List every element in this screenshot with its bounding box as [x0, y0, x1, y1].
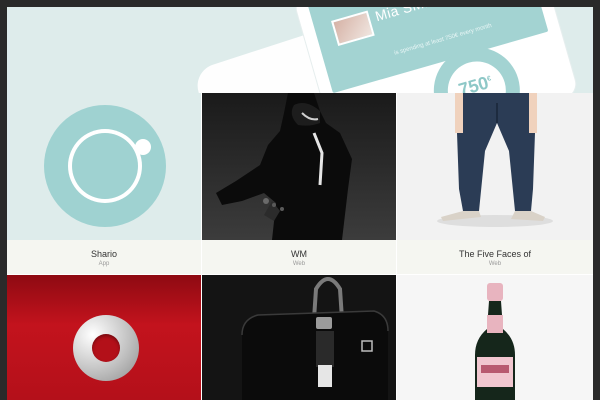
tile-caption[interactable]: The Five Faces of Web: [397, 240, 593, 274]
ring-logo-inner: [72, 133, 138, 199]
avatar: [331, 10, 375, 46]
project-tile-bottle[interactable]: [397, 275, 593, 400]
tile-caption[interactable]: WM Web: [202, 240, 396, 274]
tile-caption[interactable]: Shario App: [7, 240, 201, 274]
five-faces-thumbnail[interactable]: [397, 93, 593, 240]
project-tile-shario[interactable]: Shario App: [7, 93, 201, 274]
hero-banner: Mia SMI is spending at least 750€ every …: [7, 7, 593, 93]
ring-logo-icon: [44, 105, 166, 227]
currency-symbol: €: [486, 75, 493, 84]
tile-title[interactable]: Shario: [7, 249, 201, 259]
tile-category: Web: [292, 261, 306, 267]
project-tile-wm[interactable]: WM Web: [202, 93, 396, 274]
fashion-model-photo: [202, 93, 396, 240]
profile-name: Mia SMI: [373, 7, 430, 25]
spend-ring-center: 750€: [440, 54, 513, 93]
project-tile-five-faces[interactable]: The Five Faces of Web: [397, 93, 593, 274]
ring-logo-dot: [135, 139, 151, 155]
app-preview-card: Mia SMI is spending at least 750€ every …: [293, 7, 579, 93]
jeans-photo: [397, 93, 593, 240]
shario-thumbnail[interactable]: [7, 93, 201, 240]
project-tile-red-logo[interactable]: [7, 275, 201, 400]
tile-category: Web: [488, 261, 502, 267]
tile-category: App: [98, 261, 110, 267]
champagne-bottle-icon: [397, 275, 593, 400]
portfolio-frame: Mia SMI is spending at least 750€ every …: [7, 7, 593, 400]
tile-title[interactable]: WM: [202, 249, 396, 259]
tile-title[interactable]: The Five Faces of: [397, 249, 593, 259]
handbag-icon: [202, 275, 396, 400]
wm-thumbnail[interactable]: [202, 93, 396, 240]
silver-ring-logo-center: [92, 334, 120, 362]
project-tile-bag[interactable]: [202, 275, 396, 400]
spend-value: 750€: [456, 72, 493, 93]
